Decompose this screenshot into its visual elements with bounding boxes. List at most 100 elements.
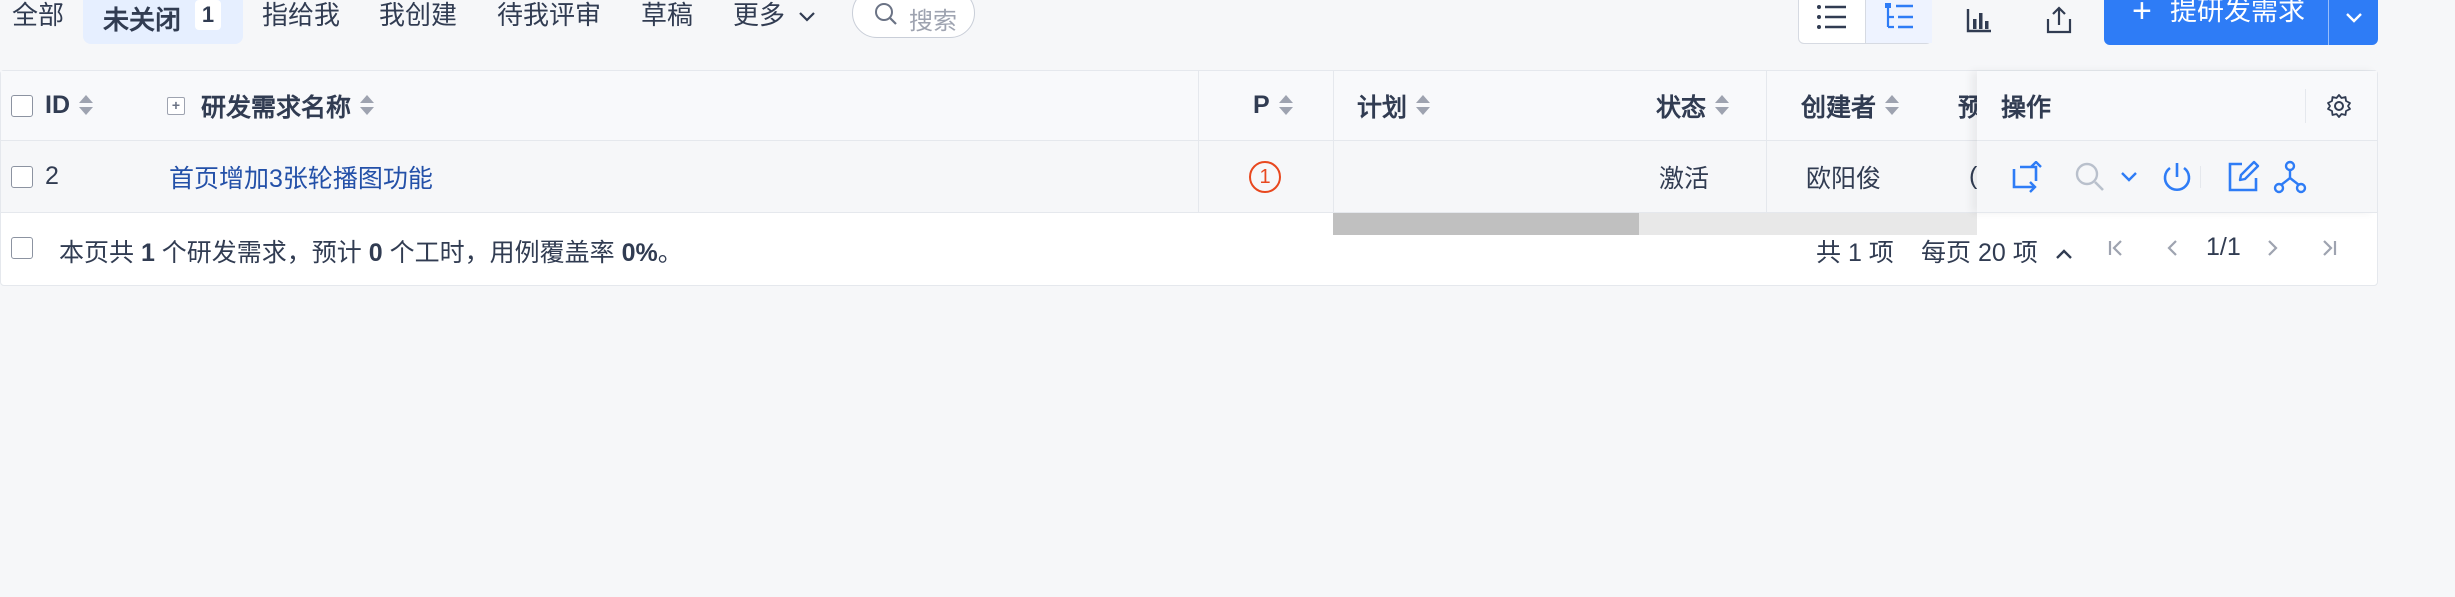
- cell-creator: 欧阳俊: [1806, 141, 1881, 212]
- tab-unclosed[interactable]: 未关闭 1: [83, 0, 243, 44]
- bar-chart-icon: [1966, 9, 1991, 33]
- tree-view-icon: [1885, 3, 1913, 29]
- sort-icon[interactable]: [1714, 94, 1730, 117]
- header-label: P: [1253, 91, 1270, 119]
- tab-assigned-to-me[interactable]: 指给我: [262, 0, 340, 44]
- header-label: ID: [45, 91, 70, 119]
- last-page-button[interactable]: [2314, 233, 2344, 263]
- export-button[interactable]: [2035, 0, 2083, 44]
- story-table: ID + 研发需求名称 P 计划 状态 创建者 预 2 首页增加3张轮播图功能 …: [0, 70, 2378, 286]
- list-view-button[interactable]: [1799, 0, 1865, 43]
- tab-created-by-me[interactable]: 我创建: [379, 0, 457, 44]
- count-badge: 1: [195, 0, 222, 30]
- last-page-icon: [2323, 240, 2337, 256]
- divider: [1333, 141, 1334, 212]
- header-plan: 计划: [1357, 71, 1431, 140]
- tab-label: 草稿: [641, 0, 694, 30]
- summary-text: 本页共 1 个研发需求，预计 0 个工时，用例覆盖率 0%。: [59, 233, 683, 269]
- header-priority: P: [1253, 71, 1294, 140]
- header-label: 操作: [2001, 94, 2052, 122]
- actions-column: 操作: [1977, 71, 2377, 213]
- tab-to-review[interactable]: 待我评审: [497, 0, 601, 44]
- header-id: ID: [11, 71, 94, 140]
- actions-header: 操作: [1977, 71, 2377, 141]
- tab-label: 全部: [12, 0, 65, 30]
- power-icon: [2163, 163, 2191, 191]
- change-button[interactable]: [2007, 158, 2045, 196]
- create-story-main[interactable]: + 提研发需求: [2104, 0, 2328, 45]
- sort-icon[interactable]: [1884, 94, 1900, 117]
- column-settings-button[interactable]: [2320, 87, 2358, 125]
- summary-mid: 个工时，用例覆盖率: [382, 239, 622, 267]
- next-page-button[interactable]: [2257, 233, 2287, 263]
- summary-prefix: 本页共: [59, 239, 141, 267]
- sort-icon[interactable]: [1415, 94, 1431, 117]
- divider: [1766, 71, 1767, 140]
- subdivide-button[interactable]: [2271, 158, 2309, 196]
- row-checkbox[interactable]: [11, 165, 33, 188]
- edit-icon: [2228, 160, 2260, 192]
- header-creator: 创建者: [1801, 71, 1900, 140]
- summary-suffix: 。: [657, 239, 683, 267]
- review-button: [2071, 158, 2109, 196]
- chevron-up-icon: [2055, 249, 2072, 260]
- sort-icon[interactable]: [78, 94, 94, 117]
- first-page-button[interactable]: [2101, 233, 2131, 263]
- tab-draft[interactable]: 草稿: [641, 0, 693, 44]
- edit-button[interactable]: [2224, 158, 2262, 196]
- top-toolbar: 全部 未关闭 1 指给我 我创建 待我评审 草稿 更多 搜索 + 提研发需求: [0, 0, 2455, 50]
- coverage-rate: 0%: [621, 239, 658, 267]
- tab-label: 更多: [733, 0, 786, 30]
- search-input[interactable]: 搜索: [852, 0, 975, 38]
- list-view-icon: [1817, 5, 1846, 29]
- header-name: + 研发需求名称: [167, 71, 375, 140]
- previous-page-button[interactable]: [2158, 233, 2188, 263]
- view-switcher: [1798, 0, 1932, 44]
- report-button[interactable]: [1955, 0, 2003, 44]
- create-options-dropdown[interactable]: [2329, 0, 2378, 45]
- page-indicator: 1/1: [2206, 233, 2241, 261]
- tab-more[interactable]: 更多: [733, 0, 816, 44]
- chevron-down-icon: [799, 12, 816, 22]
- split-icon: [2273, 160, 2307, 194]
- review-options-dropdown[interactable]: [2116, 158, 2142, 196]
- first-page-icon: [2108, 240, 2122, 256]
- close-story-button[interactable]: [2158, 158, 2196, 196]
- header-actions: 操作: [2001, 71, 2051, 141]
- page-size-selector[interactable]: 每页 20 项: [1921, 233, 2073, 269]
- estimate-hours: 0: [368, 239, 383, 267]
- summary-mid: 个研发需求，预计: [154, 239, 369, 267]
- tab-all[interactable]: 全部: [12, 0, 64, 44]
- cell-name: 首页增加3张轮播图功能: [169, 141, 433, 212]
- header-label: 研发需求名称: [201, 93, 352, 122]
- story-count: 1: [140, 239, 155, 267]
- sort-icon[interactable]: [359, 94, 375, 117]
- tab-label: 我创建: [379, 0, 458, 30]
- tab-label: 指给我: [262, 0, 341, 30]
- tree-view-button[interactable]: [1866, 0, 1932, 43]
- cell-id: 2: [11, 141, 59, 212]
- expand-all-icon[interactable]: +: [167, 96, 185, 115]
- create-story-button[interactable]: + 提研发需求: [2104, 0, 2378, 45]
- search-icon: [875, 3, 897, 25]
- story-title-link[interactable]: 首页增加3张轮播图功能: [169, 159, 433, 195]
- total-count: 共 1 项: [1816, 239, 1894, 267]
- plus-icon: +: [2132, 0, 2152, 30]
- status-value: 激活: [1659, 164, 1710, 193]
- select-all-checkbox[interactable]: [11, 94, 33, 117]
- button-label: 提研发需求: [2170, 0, 2305, 26]
- header-label: 计划: [1357, 93, 1408, 122]
- chevron-left-icon: [2167, 240, 2177, 256]
- table-footer: 本页共 1 个研发需求，预计 0 个工时，用例覆盖率 0%。 共 1 项 每页 …: [1, 213, 2377, 285]
- actions-cell: [1977, 141, 2377, 213]
- sort-icon[interactable]: [1278, 94, 1294, 117]
- priority-badge: 1: [1249, 160, 1281, 193]
- tab-label: 未关闭: [103, 5, 182, 35]
- chevron-down-icon: [2345, 12, 2362, 23]
- search-placeholder: 搜索: [909, 8, 957, 35]
- export-icon: [2046, 6, 2072, 34]
- divider: [1198, 141, 1199, 212]
- gear-icon: [2327, 94, 2351, 118]
- divider: [1198, 71, 1199, 140]
- footer-select-all-checkbox[interactable]: [11, 237, 33, 259]
